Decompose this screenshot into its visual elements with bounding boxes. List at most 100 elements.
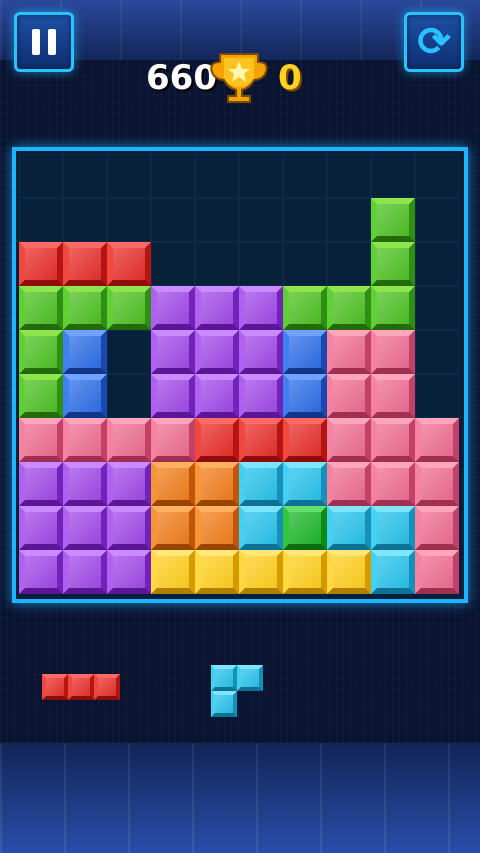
board-cell[interactable]	[19, 198, 63, 242]
block-purple	[239, 286, 283, 330]
tray-block-cyan	[237, 665, 263, 691]
block-green	[371, 242, 415, 286]
block-green	[19, 374, 63, 418]
board-cell[interactable]	[415, 330, 459, 374]
block-blue	[283, 330, 327, 374]
block-blue	[63, 330, 107, 374]
block-green	[283, 286, 327, 330]
board-cell[interactable]	[195, 198, 239, 242]
block-cyan	[327, 506, 371, 550]
board-cell[interactable]	[195, 242, 239, 286]
tray-block-red	[68, 674, 94, 700]
pause-icon	[32, 29, 56, 55]
board-grid[interactable]	[19, 154, 459, 594]
block-red	[195, 418, 239, 462]
board-cell[interactable]	[195, 154, 239, 198]
block-purple	[19, 462, 63, 506]
board-cell[interactable]	[107, 330, 151, 374]
block-green	[371, 286, 415, 330]
board-cell[interactable]	[63, 198, 107, 242]
board-cell[interactable]	[107, 198, 151, 242]
block-pink	[415, 550, 459, 594]
board-cell[interactable]	[283, 198, 327, 242]
block-red	[283, 418, 327, 462]
block-cyan	[239, 506, 283, 550]
block-pink	[415, 506, 459, 550]
tray-block-red	[42, 674, 68, 700]
block-green	[63, 286, 107, 330]
bottom-backdrop	[0, 743, 480, 853]
block-purple	[195, 286, 239, 330]
board-cell[interactable]	[415, 374, 459, 418]
block-yellow	[327, 550, 371, 594]
block-yellow	[151, 550, 195, 594]
block-cyan	[371, 506, 415, 550]
board-cell[interactable]	[327, 154, 371, 198]
block-purple	[107, 462, 151, 506]
board-cell[interactable]	[151, 198, 195, 242]
board-cell[interactable]	[63, 154, 107, 198]
board-cell[interactable]	[107, 154, 151, 198]
board-cell[interactable]	[239, 198, 283, 242]
board-cell[interactable]	[151, 154, 195, 198]
block-dgreen	[283, 506, 327, 550]
block-pink	[327, 374, 371, 418]
block-yellow	[239, 550, 283, 594]
tray-block-cyan	[211, 665, 237, 691]
block-pink	[19, 418, 63, 462]
block-red	[107, 242, 151, 286]
board-cell[interactable]	[107, 374, 151, 418]
board-cell[interactable]	[239, 242, 283, 286]
block-orange	[195, 506, 239, 550]
block-yellow	[283, 550, 327, 594]
board-cell[interactable]	[19, 154, 63, 198]
block-purple	[195, 374, 239, 418]
block-purple	[151, 330, 195, 374]
board-cell[interactable]	[371, 154, 415, 198]
block-green	[19, 330, 63, 374]
board-cell[interactable]	[327, 242, 371, 286]
block-purple	[19, 550, 63, 594]
block-pink	[371, 374, 415, 418]
block-orange	[195, 462, 239, 506]
block-pink	[371, 418, 415, 462]
board-cell[interactable]	[327, 198, 371, 242]
block-pink	[151, 418, 195, 462]
block-red	[239, 418, 283, 462]
block-cyan	[283, 462, 327, 506]
block-pink	[327, 462, 371, 506]
block-green	[107, 286, 151, 330]
board-cell[interactable]	[239, 154, 283, 198]
block-cyan	[371, 550, 415, 594]
block-purple	[63, 550, 107, 594]
block-red	[19, 242, 63, 286]
block-purple	[107, 506, 151, 550]
tray-block-cyan	[211, 691, 237, 717]
block-pink	[371, 330, 415, 374]
block-green	[19, 286, 63, 330]
board-cell[interactable]	[415, 154, 459, 198]
block-pink	[371, 462, 415, 506]
block-pink	[415, 418, 459, 462]
board-cell[interactable]	[415, 198, 459, 242]
block-pink	[107, 418, 151, 462]
block-green	[327, 286, 371, 330]
block-purple	[107, 550, 151, 594]
block-cyan	[239, 462, 283, 506]
block-green	[371, 198, 415, 242]
block-purple	[195, 330, 239, 374]
tray-block-red	[94, 674, 120, 700]
board-cell[interactable]	[151, 242, 195, 286]
board-cell[interactable]	[283, 242, 327, 286]
block-purple	[63, 462, 107, 506]
block-blue	[283, 374, 327, 418]
block-purple	[151, 286, 195, 330]
board-cell[interactable]	[415, 286, 459, 330]
board-cell[interactable]	[283, 154, 327, 198]
block-orange	[151, 506, 195, 550]
block-pink	[415, 462, 459, 506]
board-cell[interactable]	[415, 242, 459, 286]
score-bar: 660 0	[0, 53, 480, 114]
block-pink	[327, 330, 371, 374]
block-blue	[63, 374, 107, 418]
